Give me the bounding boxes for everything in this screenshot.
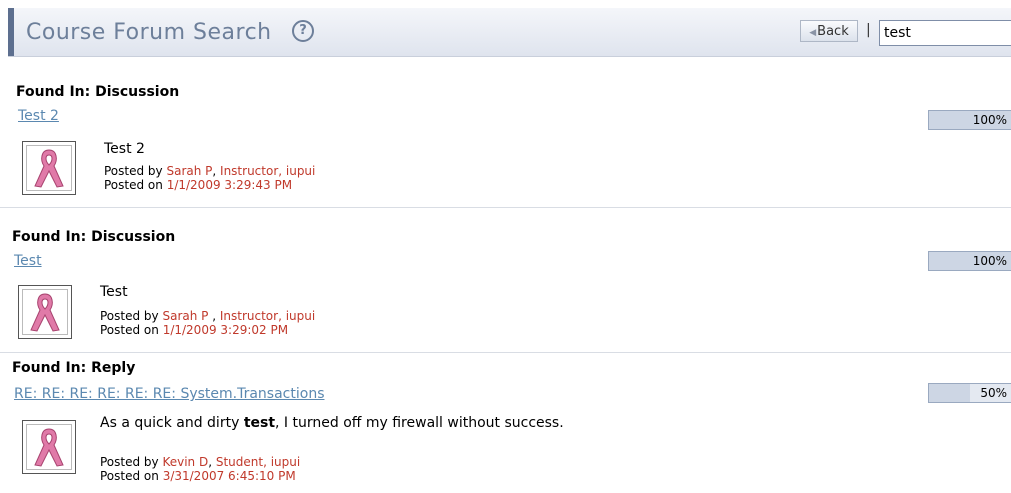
post-date: 1/1/2009 3:29:43 PM: [166, 178, 293, 192]
pink-ribbon-icon: [34, 149, 64, 188]
relevance-score: 100%: [928, 110, 1011, 130]
posted-by-line: Posted by Sarah P, Instructor, iupui: [104, 164, 316, 178]
posted-by-line: Posted by Kevin D, Student, iupui: [100, 455, 301, 469]
relevance-score-text: 50%: [980, 386, 1007, 400]
author-name: Kevin D: [162, 455, 209, 469]
posted-on-line: Posted on 3/31/2007 6:45:10 PM: [100, 469, 296, 483]
result-link[interactable]: Test 2: [18, 108, 59, 124]
author-role: Instructor, iupui: [219, 309, 316, 323]
pink-ribbon-icon: [30, 293, 60, 332]
search-input[interactable]: [879, 20, 1011, 46]
result-title: As a quick and dirty test, I turned off …: [100, 415, 564, 431]
result-title: Test 2: [104, 141, 145, 157]
relevance-score: 50%: [928, 383, 1011, 403]
author-name: Sarah P: [162, 309, 209, 323]
result-title: Test: [100, 284, 128, 300]
result-divider: [0, 207, 1011, 208]
relevance-bar-fill: [929, 384, 970, 402]
avatar: [22, 420, 76, 474]
avatar: [22, 141, 76, 195]
result-divider: [0, 352, 1011, 353]
help-icon[interactable]: ?: [292, 20, 314, 42]
back-button[interactable]: ◀Back: [800, 20, 858, 42]
posted-on-line: Posted on 1/1/2009 3:29:02 PM: [100, 323, 289, 337]
author-name: Sarah P: [166, 164, 213, 178]
post-date: 3/31/2007 6:45:10 PM: [162, 469, 296, 483]
page-header: Course Forum Search ? ◀Back |: [8, 8, 1011, 57]
header-accent-bar: [8, 8, 14, 56]
found-in-label: Found In: Reply: [12, 360, 136, 376]
posted-by-line: Posted by Sarah P , Instructor, iupui: [100, 309, 316, 323]
back-arrow-icon: ◀: [809, 28, 817, 38]
result-link[interactable]: Test: [14, 253, 42, 269]
avatar: [18, 285, 72, 339]
author-role: Student, iupui: [215, 455, 301, 469]
page-title: Course Forum Search: [26, 20, 272, 45]
relevance-score-text: 100%: [972, 113, 1007, 127]
result-link[interactable]: RE: RE: RE: RE: RE: RE: System.Transacti…: [14, 386, 324, 402]
relevance-score-text: 100%: [972, 254, 1007, 268]
relevance-score: 100%: [928, 251, 1011, 271]
author-role: Instructor, iupui: [220, 164, 316, 178]
back-button-label: Back: [817, 24, 849, 39]
header-separator: |: [866, 22, 871, 38]
found-in-label: Found In: Discussion: [12, 229, 176, 245]
post-date: 1/1/2009 3:29:02 PM: [162, 323, 289, 337]
pink-ribbon-icon: [34, 428, 64, 467]
posted-on-line: Posted on 1/1/2009 3:29:43 PM: [104, 178, 293, 192]
found-in-label: Found In: Discussion: [16, 84, 180, 100]
